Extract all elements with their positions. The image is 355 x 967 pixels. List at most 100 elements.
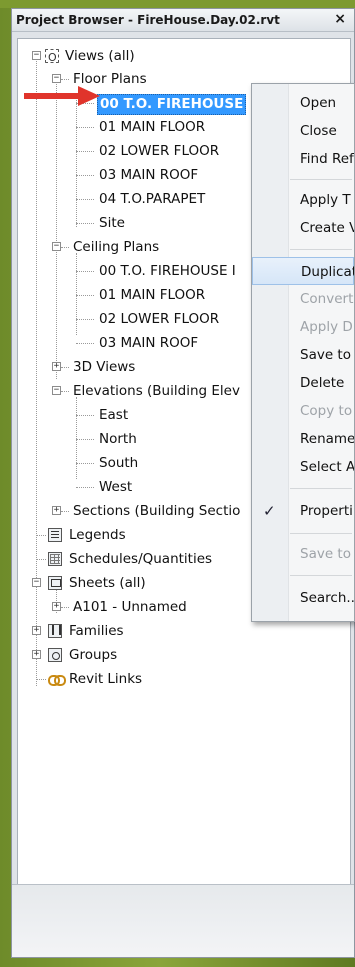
menu-item-label: Apply T bbox=[300, 192, 351, 208]
menu-item-convert[interactable]: Convert bbox=[252, 285, 354, 313]
menu-item-save-to-new-file[interactable]: Save to bbox=[252, 540, 354, 568]
tree-item-families[interactable]: + Families bbox=[18, 619, 348, 643]
collapse-icon[interactable]: − bbox=[32, 51, 41, 60]
menu-item-delete[interactable]: Delete bbox=[252, 369, 354, 397]
tree-line bbox=[76, 463, 94, 464]
expand-icon[interactable]: + bbox=[52, 602, 61, 611]
window-background-edge bbox=[0, 0, 355, 8]
tree-item-label: Views (all) bbox=[65, 48, 135, 64]
tree-line bbox=[61, 607, 69, 608]
collapse-icon[interactable]: − bbox=[32, 578, 41, 587]
checkmark-icon: ✓ bbox=[263, 502, 276, 520]
menu-item-rename[interactable]: Rename bbox=[252, 425, 354, 453]
tree-item-label: Groups bbox=[69, 647, 118, 663]
tree-item-label: 03 MAIN ROOF bbox=[99, 167, 199, 183]
tree-line bbox=[61, 511, 69, 512]
tree-item-label: Revit Links bbox=[69, 671, 143, 687]
tree-line bbox=[36, 535, 46, 536]
menu-separator bbox=[290, 533, 352, 534]
tree-line bbox=[61, 367, 69, 368]
groups-icon bbox=[48, 648, 62, 662]
tree-item-label: 03 MAIN ROOF bbox=[99, 335, 199, 351]
tree-line bbox=[36, 679, 46, 680]
tree-line bbox=[36, 559, 46, 560]
menu-item-apply-dependent[interactable]: Apply D bbox=[252, 313, 354, 341]
collapse-icon[interactable]: − bbox=[52, 74, 61, 83]
menu-item-properties[interactable]: ✓ Properti bbox=[252, 497, 354, 525]
tree-item-label: North bbox=[99, 431, 137, 447]
tree-line bbox=[76, 151, 94, 152]
arrow-shaft bbox=[24, 93, 80, 99]
tree-line bbox=[61, 79, 69, 80]
menu-item-label: Duplicat bbox=[301, 264, 355, 280]
menu-item-label: Properti bbox=[300, 503, 353, 519]
tree-line bbox=[76, 199, 94, 200]
menu-item-duplicate-view[interactable]: Duplicat bbox=[252, 257, 354, 285]
tree-item-label: Site bbox=[99, 215, 125, 231]
expand-icon[interactable]: + bbox=[32, 626, 41, 635]
tree-line bbox=[76, 439, 94, 440]
tree-item-views-all[interactable]: − Views (all) bbox=[18, 44, 348, 70]
menu-item-label: Find Ref bbox=[300, 151, 354, 167]
menu-item-label: Select A bbox=[300, 459, 355, 475]
tree-item-groups[interactable]: + Groups bbox=[18, 643, 348, 667]
menu-item-copy-to-clipboard[interactable]: Copy to bbox=[252, 397, 354, 425]
menu-item-label: Close bbox=[300, 123, 337, 139]
panel-title: Project Browser - FireHouse.Day.02.rvt bbox=[16, 13, 280, 27]
tree-line bbox=[76, 415, 94, 416]
expand-icon[interactable]: + bbox=[32, 650, 41, 659]
tree-item-label: East bbox=[99, 407, 129, 423]
tree-item-label: 02 LOWER FLOOR bbox=[99, 143, 220, 159]
tree-item-revit-links[interactable]: Revit Links bbox=[18, 667, 348, 691]
tree-line bbox=[76, 295, 94, 296]
collapse-icon[interactable]: − bbox=[52, 386, 61, 395]
menu-item-label: Create V bbox=[300, 220, 355, 236]
menu-item-apply-template[interactable]: Apply T bbox=[252, 186, 354, 214]
tree-item-label: A101 - Unnamed bbox=[73, 599, 187, 615]
tree-line bbox=[61, 247, 69, 248]
tree-line bbox=[76, 175, 94, 176]
tree-item-label: 02 LOWER FLOOR bbox=[99, 311, 220, 327]
tree-line bbox=[76, 319, 94, 320]
schedule-icon bbox=[48, 552, 62, 566]
menu-item-search[interactable]: Search... bbox=[252, 584, 354, 612]
sheets-icon bbox=[48, 576, 62, 590]
families-icon bbox=[48, 624, 62, 638]
tree-item-label: 01 MAIN FLOOR bbox=[99, 287, 206, 303]
menu-separator bbox=[290, 179, 352, 180]
tree-line bbox=[76, 127, 94, 128]
menu-item-label: Rename bbox=[300, 431, 355, 447]
close-icon[interactable]: × bbox=[334, 11, 346, 27]
tree-item-label: South bbox=[99, 455, 139, 471]
menu-item-select-all-instances[interactable]: Select A bbox=[252, 453, 354, 481]
panel-footer bbox=[12, 884, 354, 957]
menu-item-close[interactable]: Close bbox=[252, 117, 354, 145]
menu-item-save-to-project[interactable]: Save to bbox=[252, 341, 354, 369]
menu-item-label: Open bbox=[300, 95, 337, 111]
menu-item-label: Convert bbox=[300, 291, 354, 307]
tree-line bbox=[76, 487, 94, 488]
tree-line bbox=[76, 343, 94, 344]
tree-item-label: Ceiling Plans bbox=[73, 239, 160, 255]
tree-item-label-selected: 00 T.O. FIREHOUSE bbox=[97, 94, 247, 115]
tree-line bbox=[61, 391, 69, 392]
arrow-head bbox=[78, 86, 100, 106]
panel-titlebar[interactable]: Project Browser - FireHouse.Day.02.rvt × bbox=[12, 9, 354, 32]
tree-line bbox=[76, 271, 94, 272]
expand-icon[interactable]: + bbox=[52, 362, 61, 371]
menu-item-open[interactable]: Open bbox=[252, 89, 354, 117]
menu-separator bbox=[290, 488, 352, 489]
tree-item-label: Sections (Building Sectio bbox=[73, 503, 241, 519]
collapse-icon[interactable]: − bbox=[52, 242, 61, 251]
callout-arrow bbox=[24, 86, 100, 106]
menu-item-find-referring-views[interactable]: Find Ref bbox=[252, 145, 354, 173]
revit-links-icon bbox=[48, 675, 66, 686]
tree-item-label: 00 T.O. FIREHOUSE I bbox=[99, 263, 236, 279]
expand-icon[interactable]: + bbox=[52, 506, 61, 515]
views-icon bbox=[45, 46, 59, 70]
menu-separator bbox=[290, 575, 352, 576]
tree-item-label: Families bbox=[69, 623, 124, 639]
menu-item-create-view-template[interactable]: Create V bbox=[252, 214, 354, 242]
tree-item-label: Legends bbox=[69, 527, 126, 543]
menu-item-label: Apply D bbox=[300, 319, 353, 335]
